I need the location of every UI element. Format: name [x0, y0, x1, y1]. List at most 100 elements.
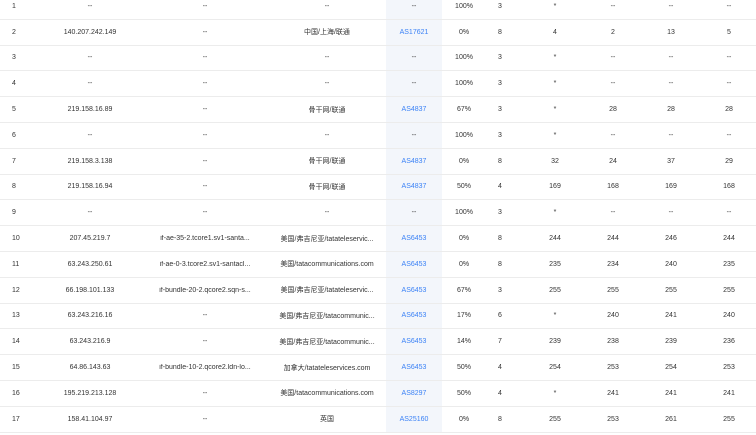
sent-count: 3 — [490, 46, 510, 71]
worst-latency: -- — [704, 46, 754, 71]
worst-latency: 168 — [704, 175, 754, 200]
best-latency: -- — [646, 0, 696, 19]
hostname: if-ae-0-3.tcore2.sv1-santacl... — [145, 252, 265, 277]
worst-latency: 236 — [704, 329, 754, 354]
asn-link[interactable]: AS4837 — [402, 106, 427, 113]
asn-link[interactable]: AS17621 — [400, 29, 429, 36]
hop-number: 12 — [12, 278, 42, 303]
ip-address-text: 219.158.3.138 — [67, 157, 113, 165]
table-row: 9 -- -- -- -- 100% 3 * -- -- -- — [0, 200, 756, 227]
location: 加拿大/tatateleservices.com — [268, 355, 386, 380]
last-latency: * — [530, 304, 580, 329]
best-latency-text: 254 — [665, 364, 677, 372]
avg-latency-text: 253 — [607, 415, 619, 423]
asn-cell: AS6453 — [386, 355, 442, 380]
asn-link[interactable]: AS4837 — [402, 158, 427, 165]
table-row: 11 63.243.250.61 if-ae-0-3.tcore2.sv1-sant… — [0, 251, 756, 278]
ip-address: -- — [40, 71, 140, 96]
location: 美国/弗吉尼亚/tatateleservic... — [268, 226, 386, 251]
last-latency-text: 255 — [549, 286, 561, 294]
hostname: if-ae-35-2.tcore1.sv1-santa... — [145, 226, 265, 251]
last-latency-text: 239 — [549, 338, 561, 346]
hostname: if-bundle-20-2.qcore2.sqn-s... — [145, 278, 265, 303]
asn-link[interactable]: AS25160 — [400, 416, 429, 423]
asn-link[interactable]: AS6453 — [402, 261, 427, 268]
sent-count-text: 4 — [498, 389, 502, 397]
worst-latency: 241 — [704, 381, 754, 406]
sent-count: 8 — [490, 407, 510, 432]
ip-address: 140.207.242.149 — [40, 20, 140, 45]
loss-rate: 0% — [444, 252, 484, 277]
loss-rate: 50% — [444, 355, 484, 380]
best-latency-text: 241 — [665, 312, 677, 320]
avg-latency: 253 — [588, 407, 638, 432]
best-latency-text: -- — [668, 80, 674, 88]
avg-latency: 238 — [588, 329, 638, 354]
ip-address: 63.243.216.16 — [40, 304, 140, 329]
table-row: 16 195.219.213.128 -- 美国/tatacommunications… — [0, 380, 756, 407]
last-latency: 254 — [530, 355, 580, 380]
asn-link[interactable]: AS6453 — [402, 364, 427, 371]
asn-link[interactable]: AS4837 — [402, 183, 427, 190]
hostname: -- — [145, 329, 265, 354]
sent-count: 4 — [490, 175, 510, 200]
sent-count-text: 3 — [498, 80, 502, 88]
hostname: -- — [145, 149, 265, 174]
sent-count: 3 — [490, 71, 510, 96]
hostname-text: if-ae-0-3.tcore2.sv1-santacl... — [159, 260, 251, 268]
avg-latency-text: 241 — [607, 389, 619, 397]
sent-count-text: 4 — [498, 183, 502, 191]
avg-latency: 168 — [588, 175, 638, 200]
asn-cell: -- — [386, 0, 442, 19]
ip-address-text: 63.243.250.61 — [67, 260, 113, 268]
best-latency: -- — [646, 46, 696, 71]
asn-cell: -- — [386, 71, 442, 97]
loss-rate: 14% — [444, 329, 484, 354]
location-text: 美国/弗吉尼亚/tatateleservic... — [280, 287, 374, 295]
last-latency: 32 — [530, 149, 580, 174]
last-latency-text: * — [553, 54, 557, 62]
asn-link[interactable]: AS8297 — [402, 390, 427, 397]
asn-cell-text: -- — [411, 209, 417, 217]
ip-address: -- — [40, 46, 140, 71]
avg-latency-text: 244 — [607, 235, 619, 243]
location-text: 美国/tatacommunications.com — [280, 390, 374, 398]
asn-link[interactable]: AS6453 — [402, 235, 427, 242]
worst-latency: 253 — [704, 355, 754, 380]
sent-count-text: 3 — [498, 209, 502, 217]
best-latency-text: 169 — [665, 183, 677, 191]
avg-latency-text: -- — [610, 80, 616, 88]
hostname: -- — [145, 200, 265, 225]
worst-latency: 28 — [704, 97, 754, 122]
asn-link[interactable]: AS6453 — [402, 312, 427, 319]
asn-link[interactable]: AS6453 — [402, 287, 427, 294]
hostname-text: -- — [202, 415, 208, 423]
avg-latency: -- — [588, 200, 638, 225]
avg-latency-text: -- — [610, 54, 616, 62]
ip-address: 219.158.16.89 — [40, 97, 140, 122]
loss-rate-text: 100% — [455, 2, 473, 10]
ip-address: 66.198.101.133 — [40, 278, 140, 303]
worst-latency-text: 255 — [723, 286, 735, 294]
last-latency: 235 — [530, 252, 580, 277]
sent-count: 3 — [490, 278, 510, 303]
worst-latency-text: -- — [726, 131, 732, 139]
hop-number: 7 — [12, 149, 42, 174]
worst-latency-text: -- — [726, 80, 732, 88]
loss-rate-text: 50% — [456, 364, 471, 372]
last-latency-text: * — [553, 312, 557, 320]
loss-rate: 0% — [444, 407, 484, 432]
avg-latency-text: 168 — [607, 183, 619, 191]
hop-number-text: 7 — [12, 157, 16, 165]
asn-cell: AS6453 — [386, 303, 442, 329]
loss-rate: 50% — [444, 381, 484, 406]
last-latency: * — [530, 200, 580, 225]
avg-latency: -- — [588, 71, 638, 96]
hop-number: 13 — [12, 304, 42, 329]
asn-cell: AS4837 — [386, 174, 442, 200]
avg-latency-text: 28 — [609, 106, 617, 114]
last-latency-text: 254 — [549, 364, 561, 372]
asn-cell: AS25160 — [386, 406, 442, 432]
avg-latency-text: -- — [610, 131, 616, 139]
asn-link[interactable]: AS6453 — [402, 338, 427, 345]
